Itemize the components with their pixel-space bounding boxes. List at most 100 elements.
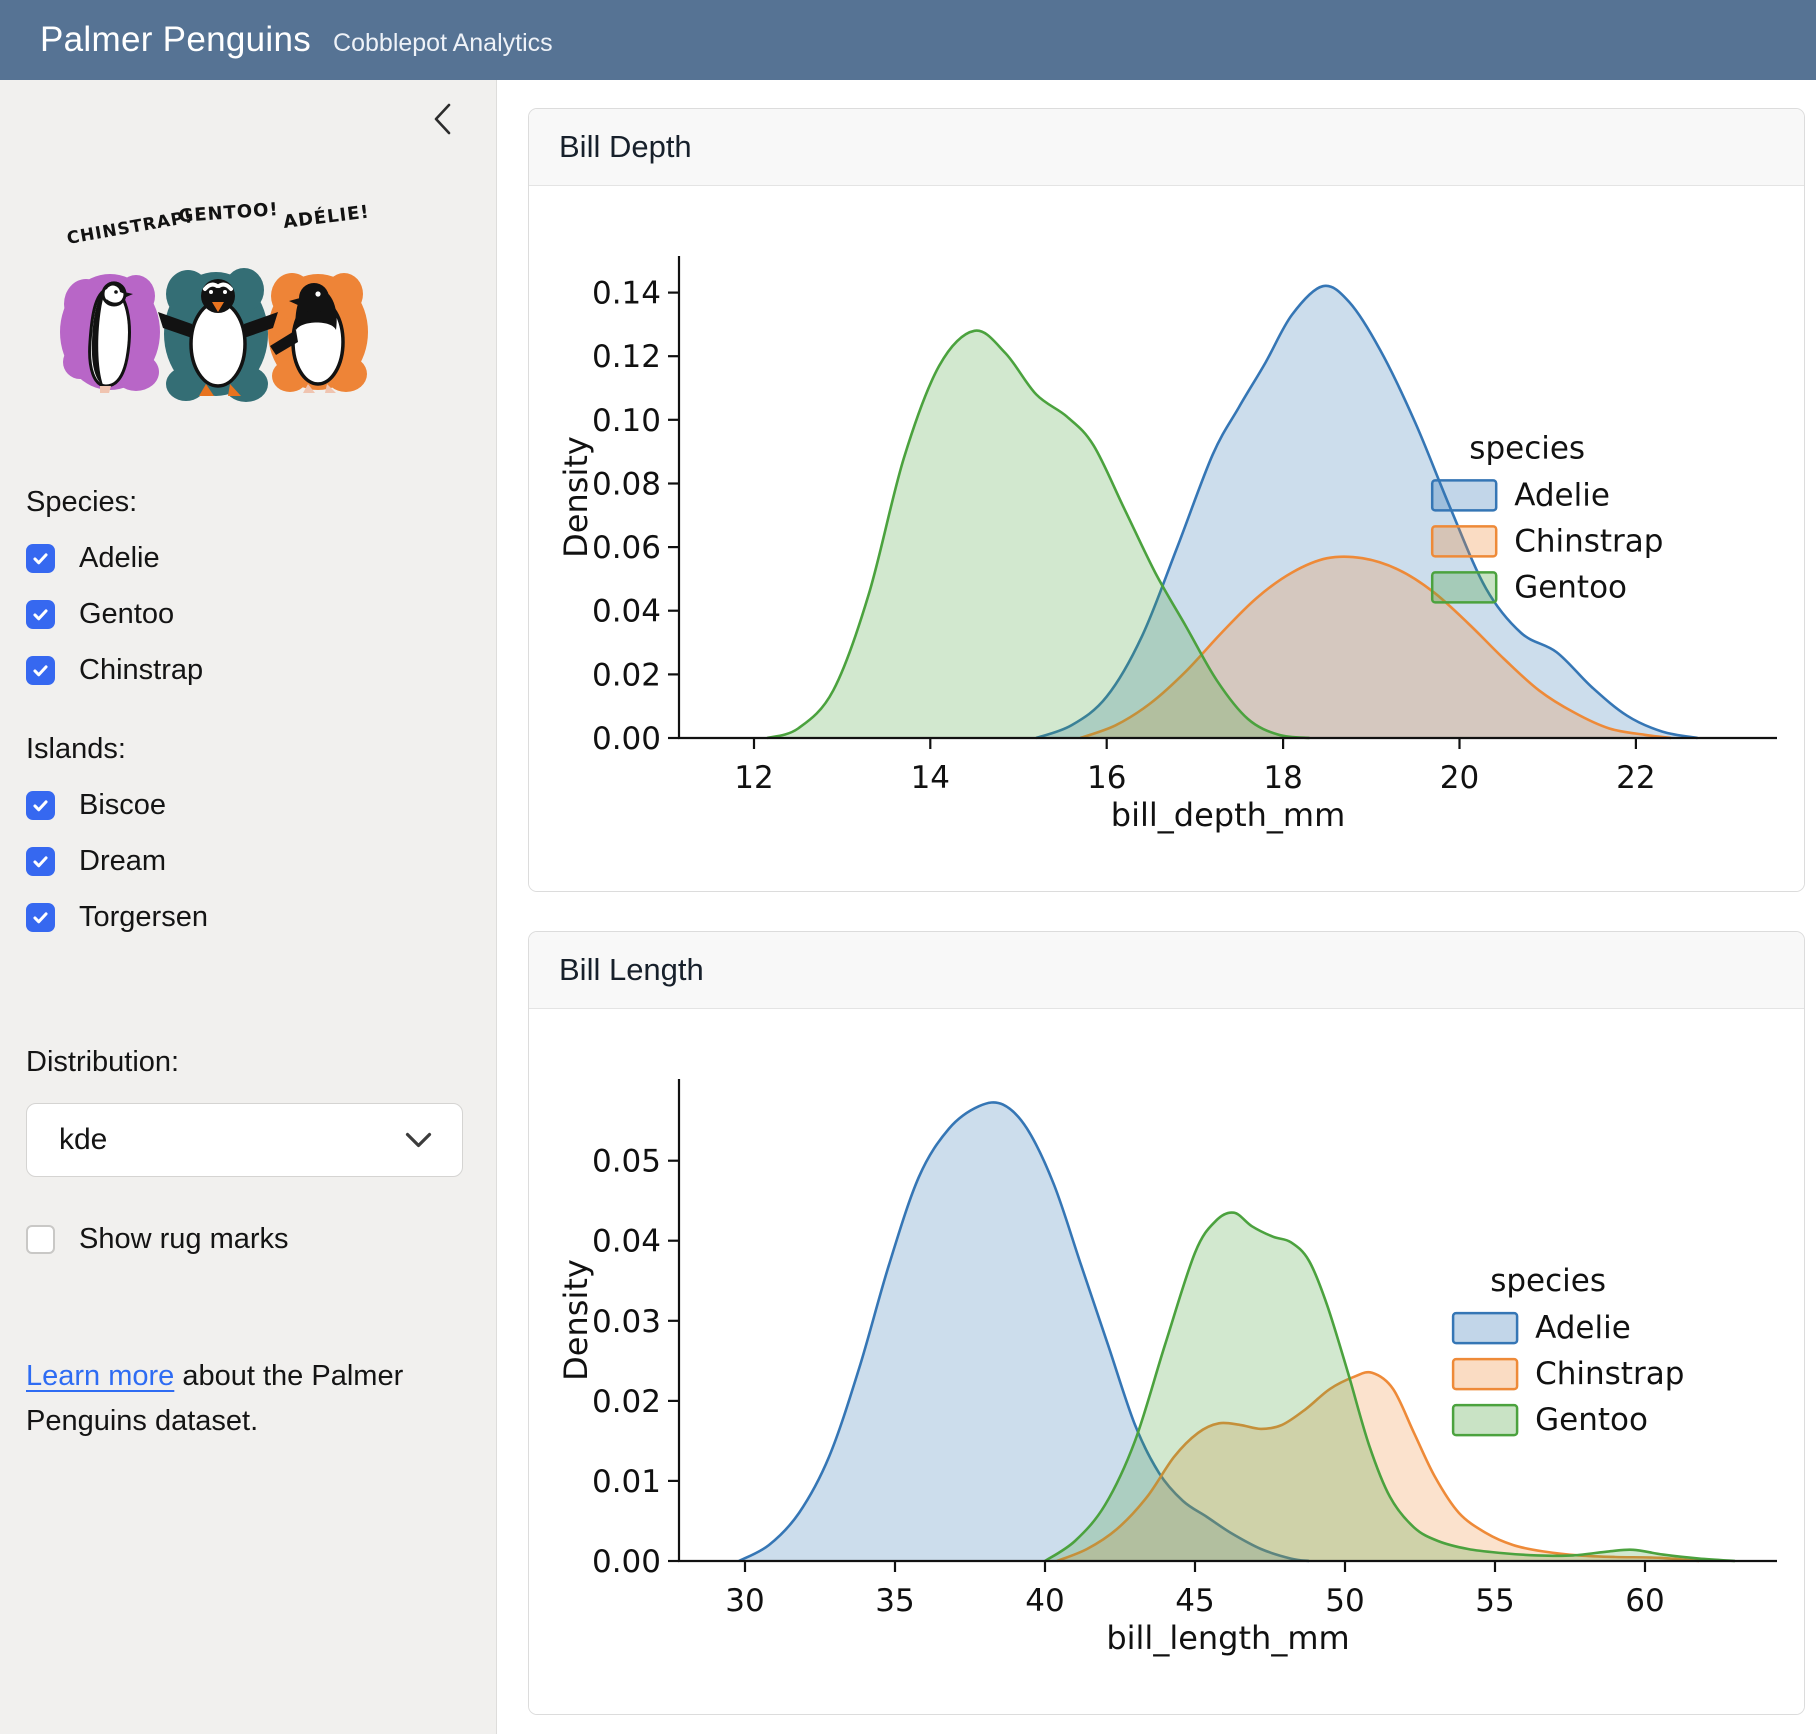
svg-text:0.02: 0.02 — [592, 657, 661, 693]
legend-label-chinstrap: Chinstrap — [1535, 1356, 1684, 1392]
svg-text:22: 22 — [1616, 760, 1655, 796]
sidebar-collapse-row — [26, 94, 466, 146]
bill-length-chart-svg: 303540455055600.000.010.020.030.040.05bi… — [529, 1009, 1805, 1714]
legend: speciesAdelieChinstrapGentoo — [1432, 430, 1663, 605]
islands-checkbox-torgersen[interactable]: Torgersen — [26, 901, 466, 934]
legend-swatch-adelie — [1432, 480, 1496, 510]
chevron-down-icon — [405, 1123, 432, 1157]
species-group-label: Species: — [26, 486, 466, 519]
sidebar-collapse-button[interactable] — [424, 98, 460, 142]
svg-text:12: 12 — [734, 760, 773, 796]
islands-group-label: Islands: — [26, 733, 466, 766]
islands-checkbox-biscoe[interactable]: Biscoe — [26, 789, 466, 822]
svg-text:0.08: 0.08 — [592, 467, 661, 503]
legend: species Adelie Chinstrap Gentoo — [1453, 1263, 1684, 1438]
svg-text:16: 16 — [1087, 760, 1126, 796]
distribution-select[interactable]: kde — [26, 1103, 463, 1177]
svg-text:55: 55 — [1475, 1583, 1514, 1619]
svg-text:0.04: 0.04 — [592, 1224, 661, 1260]
legend-title: species — [1469, 430, 1585, 466]
legend-label-gentoo: Gentoo — [1535, 1402, 1648, 1438]
learn-more-text: Learn more about the Palmer Penguins dat… — [26, 1354, 456, 1444]
checkbox-checked[interactable] — [26, 600, 55, 629]
svg-text:60: 60 — [1625, 1583, 1664, 1619]
checkbox-checked[interactable] — [26, 903, 55, 932]
chevron-left-icon — [430, 101, 454, 140]
checkbox-checked[interactable] — [26, 544, 55, 573]
y-axis-label: Density — [557, 436, 595, 558]
legend-label-chinstrap: Chinstrap — [1514, 523, 1663, 559]
checkbox-checked[interactable] — [26, 791, 55, 820]
checkbox-label: Chinstrap — [79, 654, 203, 687]
legend-title: species — [1490, 1263, 1606, 1299]
svg-text:14: 14 — [911, 760, 950, 796]
learn-more-link[interactable]: Learn more — [26, 1360, 174, 1392]
check-icon — [31, 605, 50, 624]
svg-text:0.00: 0.00 — [592, 721, 661, 757]
legend-label-adelie: Adelie — [1535, 1310, 1631, 1346]
islands-checkbox-group: Biscoe Dream Torgersen — [26, 789, 466, 934]
rug-marks-label: Show rug marks — [79, 1223, 289, 1256]
content-area: Bill Depth 12 14 16 18 20 22 0.00 0.02 0.04 0.06 0… — [497, 80, 1816, 1734]
checkbox-checked[interactable] — [26, 656, 55, 685]
svg-text:0.01: 0.01 — [592, 1464, 661, 1500]
checkbox-label: Biscoe — [79, 789, 166, 822]
checkbox-checked[interactable] — [26, 847, 55, 876]
check-icon — [31, 852, 50, 871]
svg-text:45: 45 — [1175, 1583, 1214, 1619]
species-checkbox-gentoo[interactable]: Gentoo — [26, 598, 466, 631]
svg-text:0.10: 0.10 — [592, 403, 661, 439]
svg-text:20: 20 — [1440, 760, 1479, 796]
svg-text:40: 40 — [1025, 1583, 1064, 1619]
app-window: Palmer Penguins Cobblepot Analytics — [0, 0, 1816, 1734]
bill-depth-plot: 1214161820220.000.020.040.060.080.100.12… — [529, 186, 1804, 891]
svg-text:0.03: 0.03 — [592, 1304, 661, 1340]
svg-text:0.04: 0.04 — [592, 594, 661, 630]
legend-swatch-chinstrap — [1432, 526, 1496, 556]
sidebar: CHINSTRAP! GENTOO! ADÉLIE! Species: Adel… — [0, 80, 497, 1734]
main-layout: CHINSTRAP! GENTOO! ADÉLIE! Species: Adel… — [0, 80, 1816, 1734]
bill-depth-card: Bill Depth 12 14 16 18 20 22 0.00 0.02 0.04 0.06 0… — [528, 108, 1805, 892]
svg-text:0.00: 0.00 — [592, 1544, 661, 1580]
bill-depth-chart-svg: 1214161820220.000.020.040.060.080.100.12… — [529, 186, 1805, 891]
svg-text:0.02: 0.02 — [592, 1384, 661, 1420]
checkbox-label: Gentoo — [79, 598, 174, 631]
distribution-selected-value: kde — [59, 1123, 107, 1157]
species-checkbox-group: Adelie Gentoo Chinstrap — [26, 542, 466, 687]
bill-length-plot: 303540455055600.000.010.020.030.040.05bi… — [529, 1009, 1804, 1714]
svg-text:0.14: 0.14 — [592, 276, 661, 312]
checkbox-label: Dream — [79, 845, 166, 878]
species-checkbox-adelie[interactable]: Adelie — [26, 542, 466, 575]
bill-length-card-title: Bill Length — [529, 932, 1804, 1009]
svg-text:35: 35 — [875, 1583, 914, 1619]
rug-marks-checkbox[interactable]: Show rug marks — [26, 1223, 466, 1256]
legend-swatch-adelie — [1453, 1313, 1517, 1343]
svg-text:18: 18 — [1263, 760, 1302, 796]
legend-label-gentoo: Gentoo — [1514, 569, 1627, 605]
bill-depth-card-title: Bill Depth — [529, 109, 1804, 186]
artwork-label-adelie: ADÉLIE! — [282, 201, 371, 233]
check-icon — [31, 661, 50, 680]
legend-swatch-chinstrap — [1453, 1359, 1517, 1389]
check-icon — [31, 908, 50, 927]
x-axis-label: bill_length_mm — [1106, 1619, 1349, 1657]
check-icon — [31, 549, 50, 568]
legend-swatch-gentoo — [1432, 572, 1496, 602]
distribution-label: Distribution: — [26, 1046, 466, 1079]
legend-swatch-gentoo — [1453, 1405, 1517, 1435]
islands-checkbox-dream[interactable]: Dream — [26, 845, 466, 878]
app-header: Palmer Penguins Cobblepot Analytics — [0, 0, 1816, 80]
svg-text:0.06: 0.06 — [592, 530, 661, 566]
checkbox-label: Adelie — [79, 542, 160, 575]
checkbox-label: Torgersen — [79, 901, 208, 934]
penguins-artwork-image: CHINSTRAP! GENTOO! ADÉLIE! — [46, 192, 391, 420]
svg-text:30: 30 — [725, 1583, 764, 1619]
species-checkbox-chinstrap[interactable]: Chinstrap — [26, 654, 466, 687]
check-icon — [31, 796, 50, 815]
checkbox-unchecked[interactable] — [26, 1225, 55, 1254]
y-axis-label: Density — [557, 1259, 595, 1381]
artwork-label-chinstrap: CHINSTRAP! — [65, 207, 194, 249]
bill-length-card: Bill Length 30 35 40 45 50 55 60 0.00 0.01 0.02 0.… — [528, 931, 1805, 1715]
x-axis-label: bill_depth_mm — [1111, 796, 1345, 834]
svg-text:50: 50 — [1325, 1583, 1364, 1619]
